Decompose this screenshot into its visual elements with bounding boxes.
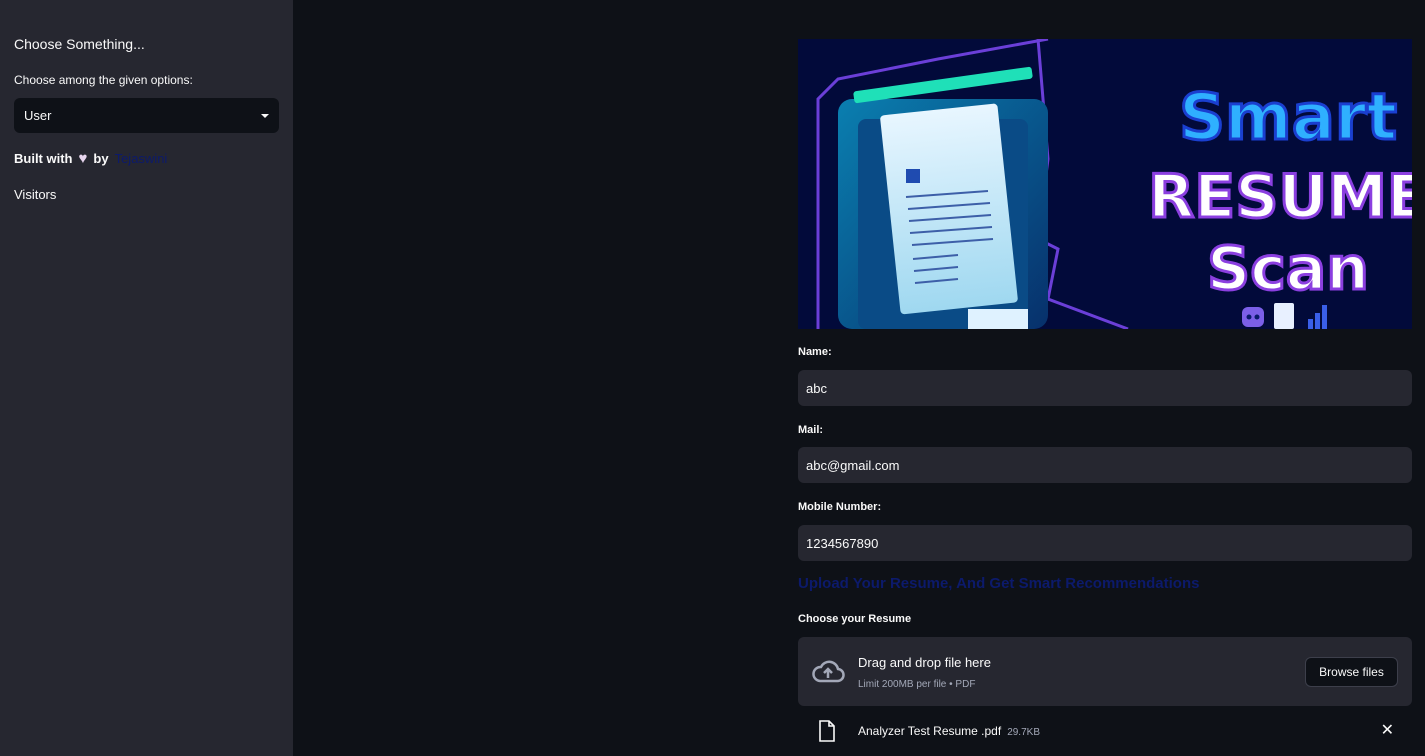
dropzone-title: Drag and drop file here [858, 655, 991, 670]
robot-icon [1242, 307, 1264, 327]
banner-line3: Scan [1207, 234, 1369, 304]
upload-heading: Upload Your Resume, And Get Smart Recomm… [798, 575, 1200, 592]
heart-icon: ♥ [78, 150, 88, 167]
uploaded-file-row: Analyzer Test Resume .pdf 29.7KB ✕ [798, 716, 1412, 746]
document-icon [1274, 303, 1294, 329]
sidebar: Choose Something... Choose among the giv… [0, 0, 293, 756]
role-select[interactable]: User [14, 98, 279, 133]
banner-illustration: Smart RESUME Scan [798, 39, 1412, 329]
chevron-down-icon [261, 113, 269, 118]
mobile-input[interactable]: 1234567890 [798, 525, 1412, 561]
built-with-by: by [93, 151, 109, 166]
main-content: Smart RESUME Scan Name: abc Mail: abc@gm… [798, 0, 1412, 756]
browse-files-button[interactable]: Browse files [1305, 657, 1398, 687]
sidebar-title: Choose Something... [14, 36, 145, 52]
banner-line2: RESUME [1148, 162, 1412, 232]
file-icon [819, 720, 835, 742]
visitors-text: Visitors [14, 187, 57, 202]
banner-line1: Smart [1179, 81, 1397, 155]
close-icon[interactable]: ✕ [1381, 720, 1394, 740]
uploaded-file-name: Analyzer Test Resume .pdf 29.7KB [858, 724, 1040, 738]
smart-resume-banner: Smart RESUME Scan [798, 39, 1412, 329]
mail-input[interactable]: abc@gmail.com [798, 447, 1412, 483]
dropzone-limit: Limit 200MB per file • PDF [858, 679, 976, 690]
select-value: User [24, 108, 52, 123]
mail-label: Mail: [798, 424, 824, 436]
select-label: Choose among the given options: [14, 73, 193, 87]
file-name-text: Analyzer Test Resume .pdf [858, 724, 1002, 738]
file-dropzone[interactable]: Drag and drop file here Limit 200MB per … [798, 637, 1412, 706]
built-with-text: Built with [14, 151, 73, 166]
mobile-label: Mobile Number: [798, 501, 882, 513]
name-input[interactable]: abc [798, 370, 1412, 406]
built-with: Built with ♥ by Tejaswini [14, 150, 167, 167]
author-link[interactable]: Tejaswini [115, 151, 168, 166]
file-size: 29.7KB [1007, 727, 1040, 738]
resume-label: Choose your Resume [798, 613, 912, 625]
name-label: Name: [798, 346, 832, 358]
cloud-upload-icon [812, 660, 845, 683]
